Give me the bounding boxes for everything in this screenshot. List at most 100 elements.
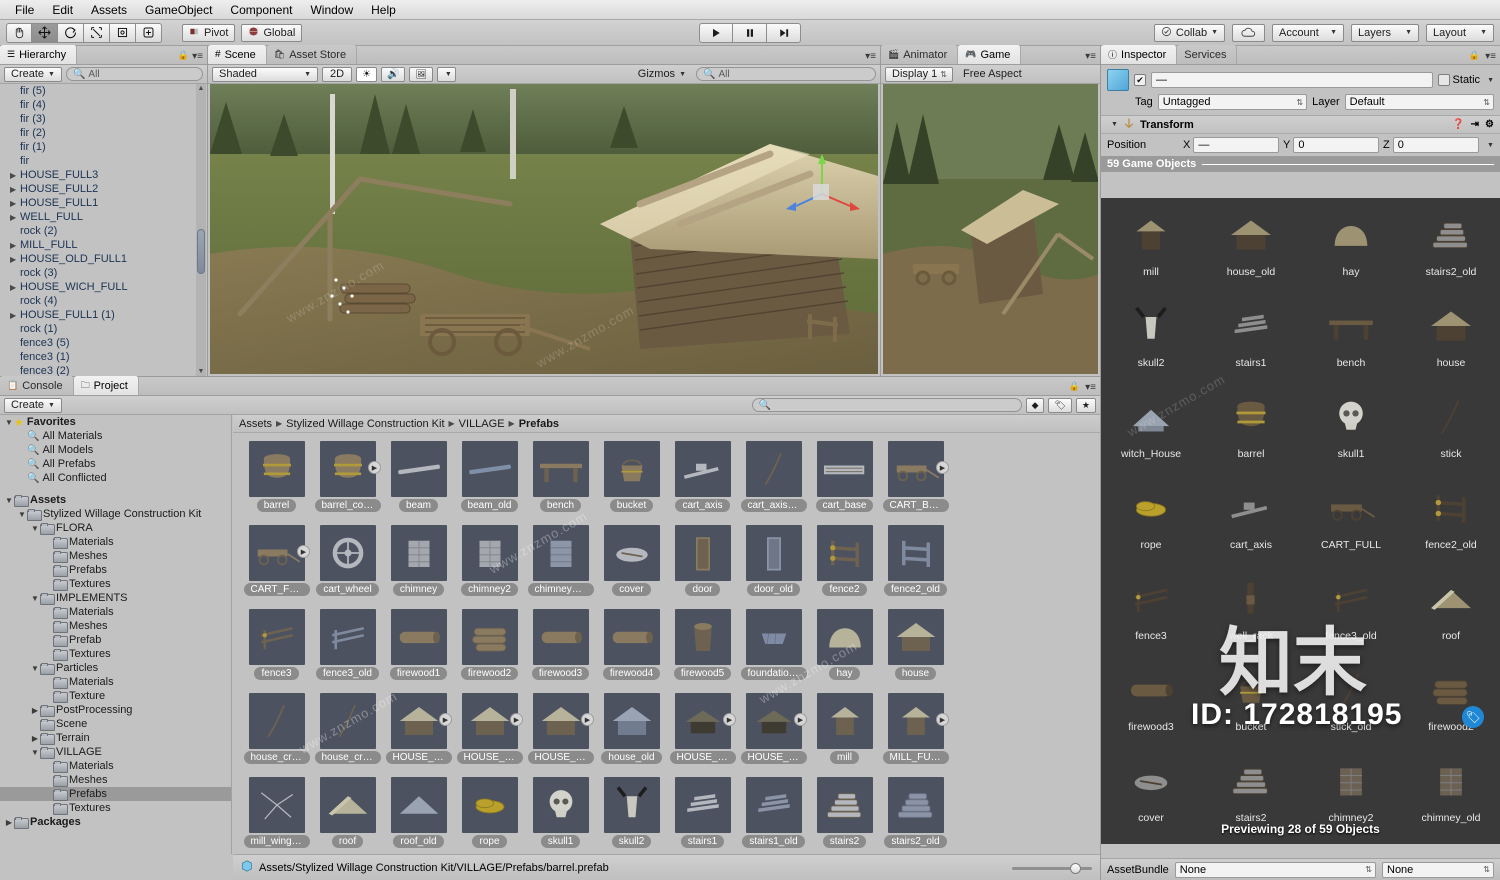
asset-grid-item[interactable]: ▶ HOUSE_F... — [525, 691, 596, 775]
gameobject-name-field[interactable]: — — [1151, 72, 1433, 88]
asset-grid-item[interactable]: ▶ HOUSE_F... — [454, 691, 525, 775]
expand-arrow-icon[interactable]: ▼ — [30, 748, 40, 757]
asset-grid-item[interactable]: stairs1_old — [738, 775, 809, 854]
prefab-expand-icon[interactable]: ▶ — [723, 713, 736, 726]
scale-tool-button[interactable] — [84, 22, 110, 43]
chevron-down-icon[interactable]: ▼ — [1487, 142, 1494, 149]
inspector-preview-area[interactable]: mill house_old hay stairs2_old skull2 stairs1… — [1101, 198, 1500, 844]
expand-arrow-icon[interactable]: ▶ — [4, 818, 14, 827]
menu-item-gameobject[interactable]: GameObject — [136, 0, 221, 20]
project-tree-item[interactable]: Textures — [0, 577, 231, 591]
hierarchy-scrollbar[interactable]: ▲ ▼ — [196, 84, 206, 376]
chevron-down-icon[interactable]: ▼ — [1111, 121, 1118, 128]
expand-arrow-icon[interactable]: ▼ — [30, 594, 40, 603]
filter-by-label-button[interactable]: 🏷 — [1048, 397, 1072, 413]
breadcrumb-item[interactable]: Prefabs — [519, 418, 559, 430]
asset-grid-item[interactable]: firewood5 — [667, 607, 738, 691]
toggle-2d-button[interactable]: 2D — [322, 66, 353, 82]
prefab-expand-icon[interactable]: ▶ — [936, 713, 949, 726]
asset-grid-item[interactable]: ▶ HOUSE_W... — [738, 691, 809, 775]
project-tree-item[interactable]: ▼ Stylized Willage Construction Kit — [0, 507, 231, 521]
asset-grid-item[interactable]: stairs2_old — [880, 775, 951, 854]
asset-grid-item[interactable]: cart_wheel — [312, 523, 383, 607]
prefab-expand-icon[interactable]: ▶ — [581, 713, 594, 726]
expand-arrow-icon[interactable]: ▶ — [10, 241, 20, 250]
hierarchy-item[interactable]: fir (3) — [0, 112, 207, 126]
asset-grid-item[interactable]: foundation... — [738, 607, 809, 691]
position-x-field[interactable]: — — [1193, 137, 1280, 153]
hierarchy-item[interactable]: ▶ HOUSE_FULL3 — [0, 168, 207, 182]
gizmos-dropdown[interactable]: Gizmos ▼ — [632, 67, 692, 82]
chevron-down-icon[interactable]: ▼ — [1487, 77, 1494, 84]
shading-mode-dropdown[interactable]: Shaded ▼ — [212, 66, 318, 82]
hierarchy-item[interactable]: rock (2) — [0, 224, 207, 238]
inspector-tab-menu[interactable]: ▾≡ — [1485, 51, 1496, 62]
menu-item-help[interactable]: Help — [362, 0, 405, 20]
tab-console[interactable]: 📋 Console — [0, 376, 74, 395]
hierarchy-item[interactable]: ▶ HOUSE_WICH_FULL — [0, 280, 207, 294]
tab-animator[interactable]: 🎬 Animator — [881, 45, 959, 64]
asset-grid-item[interactable]: house_croo... — [312, 691, 383, 775]
hierarchy-item[interactable]: ▶ HOUSE_FULL1 — [0, 196, 207, 210]
asset-grid-item[interactable]: roof_old — [383, 775, 454, 854]
expand-arrow-icon[interactable]: ▶ — [10, 171, 20, 180]
layout-button[interactable]: Layout ▼ — [1426, 23, 1494, 42]
scroll-down-arrow[interactable]: ▼ — [197, 367, 205, 376]
asset-grid-item[interactable]: cart_axis — [667, 439, 738, 523]
scene-tab-menu[interactable]: ▾≡ — [865, 51, 876, 62]
expand-arrow-icon[interactable]: ▼ — [4, 418, 14, 427]
hierarchy-item[interactable]: fir — [0, 154, 207, 168]
gameobject-enabled-checkbox[interactable]: ✔ — [1134, 74, 1146, 86]
project-asset-grid[interactable]: Assets ▶ Stylized Willage Construction Kit… — [233, 415, 1100, 854]
asset-grid-item[interactable]: beam_old — [454, 439, 525, 523]
menu-item-assets[interactable]: Assets — [82, 0, 136, 20]
asset-grid-item[interactable]: chimney — [383, 523, 454, 607]
asset-grid-item[interactable]: house — [880, 607, 951, 691]
lock-icon[interactable]: 🔒 — [178, 50, 189, 61]
hierarchy-list[interactable]: fir (5) fir (4) fir (3) fir (2) fir (1) fir ▶ H… — [0, 84, 207, 376]
asset-grid-item[interactable]: ▶ HOUSE_O... — [667, 691, 738, 775]
expand-arrow-icon[interactable]: ▶ — [10, 185, 20, 194]
asset-grid-item[interactable]: hay — [809, 607, 880, 691]
tab-game[interactable]: 🎮 Game — [958, 45, 1022, 64]
project-tree-item[interactable]: Meshes — [0, 619, 231, 633]
asset-grid-item[interactable]: ▶ CART_BR... — [880, 439, 951, 523]
project-tree-item[interactable]: Texture — [0, 689, 231, 703]
hierarchy-item[interactable]: rock (4) — [0, 294, 207, 308]
project-tree-item[interactable]: ▼ VILLAGE — [0, 745, 231, 759]
project-tree-item[interactable]: Prefabs — [0, 563, 231, 577]
menu-item-file[interactable]: File — [6, 0, 43, 20]
asset-grid-item[interactable]: house_old — [596, 691, 667, 775]
favorite-button[interactable]: ★ — [1075, 397, 1096, 413]
tab-hierarchy[interactable]: ☰ Hierarchy — [0, 45, 78, 64]
scene-viewport[interactable]: www.znzmo.com www.znzmo.com — [210, 84, 878, 374]
project-create-button[interactable]: Create ▼ — [4, 397, 62, 413]
asset-grid-item[interactable]: ▶ CART_FULL — [241, 523, 312, 607]
project-tab-menu[interactable]: ▾≡ — [1085, 382, 1096, 393]
prefab-expand-icon[interactable]: ▶ — [297, 545, 310, 558]
asset-grid-item[interactable]: door_old — [738, 523, 809, 607]
asset-grid-item[interactable]: mill_wingsM... — [241, 775, 312, 854]
asset-grid-item[interactable]: fence2 — [809, 523, 880, 607]
hierarchy-search-input[interactable]: 🔍 All — [65, 67, 203, 81]
slider-knob[interactable] — [1070, 862, 1081, 874]
expand-arrow-icon[interactable]: ▶ — [30, 734, 40, 743]
filter-by-type-button[interactable]: ◆ — [1025, 397, 1045, 413]
tag-dropdown[interactable]: Untagged ⇅ — [1157, 94, 1308, 110]
project-tree-item[interactable]: Materials — [0, 605, 231, 619]
pivot-toggle[interactable]: Pivot — [182, 23, 236, 42]
hand-tool-button[interactable] — [6, 22, 32, 43]
asset-grid-item[interactable]: ▶ HOUSE_F... — [383, 691, 454, 775]
project-search-input[interactable]: 🔍 — [751, 398, 1022, 412]
global-toggle[interactable]: Global — [241, 23, 303, 42]
expand-arrow-icon[interactable]: ▶ — [10, 255, 20, 264]
asset-grid-item[interactable]: fence2_old — [880, 523, 951, 607]
project-tree-item[interactable]: Scene — [0, 717, 231, 731]
project-tree-item[interactable]: Materials — [0, 675, 231, 689]
project-tree-item[interactable]: ▼ ★ Favorites — [0, 415, 231, 429]
tab-services[interactable]: Services — [1177, 45, 1238, 64]
asset-grid-item[interactable]: barrel — [241, 439, 312, 523]
static-checkbox[interactable] — [1437, 74, 1450, 86]
position-z-field[interactable]: 0 — [1392, 137, 1480, 153]
position-y-field[interactable]: 0 — [1293, 137, 1380, 153]
